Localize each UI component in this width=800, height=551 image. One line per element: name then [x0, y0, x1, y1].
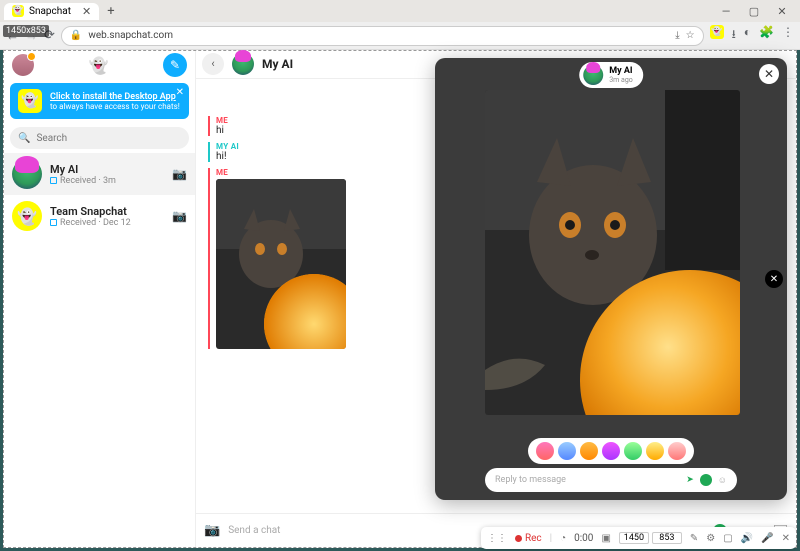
browser-toolbar: ← → ⟳ 🔒 web.snapchat.com ⤓ ☆ 👻 ⭳ ◐ 🧩 ⋮	[0, 22, 800, 50]
conversation-name: Team Snapchat	[50, 205, 131, 218]
reaction-wow[interactable]	[580, 442, 598, 460]
window-minimize[interactable]: —	[720, 5, 732, 18]
install-banner[interactable]: 👻 Click to install the Desktop App to al…	[10, 83, 189, 119]
recorder-draw-icon[interactable]: ✎	[690, 533, 698, 544]
reply-send-icon[interactable]: ➤	[686, 475, 694, 485]
url-bar[interactable]: 🔒 web.snapchat.com ⤓ ☆	[61, 26, 704, 46]
new-chat-button[interactable]: ✎	[163, 53, 187, 77]
browser-menu-icon[interactable]: ⋮	[782, 25, 794, 46]
received-indicator-icon	[50, 219, 57, 226]
recorder-audio-icon[interactable]: 🔊	[741, 533, 753, 544]
conversation-item[interactable]: 👻 Team Snapchat Received · Dec 12 📷	[4, 195, 195, 237]
window-maximize[interactable]: ▢	[748, 5, 760, 18]
cat-photo-full	[485, 90, 740, 415]
reaction-more[interactable]	[668, 442, 686, 460]
camera-icon[interactable]: 📷	[172, 209, 187, 223]
snapchat-logo-icon[interactable]: 👻	[89, 56, 109, 75]
reply-audio-icon[interactable]	[700, 474, 712, 486]
chat-title: My AI	[262, 57, 293, 71]
user-avatar[interactable]	[12, 54, 34, 76]
banner-title: Click to install the Desktop App	[50, 92, 180, 102]
snapchat-ext-icon[interactable]: 👻	[710, 25, 724, 39]
reaction-thumbs[interactable]	[646, 442, 664, 460]
viewer-title: My AI	[609, 66, 633, 76]
extension-icons: 👻 ⭳ ◐ 🧩 ⋮	[710, 25, 794, 46]
recorder-width-input[interactable]	[619, 532, 649, 544]
new-tab-button[interactable]: +	[107, 4, 114, 19]
recorder-mic-icon[interactable]: 🎤	[761, 533, 773, 544]
snap-viewer: My AI 3m ago ✕ ✕ Rep	[435, 58, 787, 500]
browser-tab-strip: 👻 Snapchat ✕ + — ▢ ✕	[0, 0, 800, 22]
reply-placeholder: Reply to message	[495, 475, 566, 485]
banner-subtitle: to always have access to your chats!	[50, 102, 180, 111]
recorder-close-icon[interactable]: ✕	[782, 533, 790, 544]
reply-emoji-icon[interactable]: ☺	[718, 475, 727, 486]
camera-icon[interactable]: 📷	[172, 167, 187, 181]
reaction-heart[interactable]	[536, 442, 554, 460]
conversation-status: Received · 3m	[50, 176, 116, 186]
window-close[interactable]: ✕	[776, 5, 788, 18]
recorder-webcam-icon[interactable]: ▢	[723, 533, 732, 544]
bookmark-icon[interactable]: ☆	[686, 30, 695, 41]
site-info-icon[interactable]: 🔒	[70, 30, 82, 41]
url-text: web.snapchat.com	[88, 30, 173, 41]
search-icon: 🔍	[18, 133, 30, 144]
chat-image[interactable]	[216, 179, 346, 349]
myai-avatar	[12, 159, 42, 189]
window-controls: — ▢ ✕	[720, 5, 788, 18]
recorder-time: 0:00	[574, 533, 593, 544]
extension-icon[interactable]: ◐	[744, 25, 751, 46]
conversation-name: My AI	[50, 163, 116, 176]
tab-close-icon[interactable]: ✕	[82, 5, 91, 18]
conversation-status: Received · Dec 12	[50, 218, 131, 228]
team-snapchat-avatar: 👻	[12, 201, 42, 231]
recorder-dimensions	[619, 532, 682, 544]
cat-photo-thumb	[216, 179, 346, 349]
received-indicator-icon	[50, 177, 57, 184]
banner-close-icon[interactable]: ✕	[176, 87, 184, 98]
viewer-avatar	[583, 65, 603, 85]
reaction-fire[interactable]	[624, 442, 642, 460]
reaction-bar	[528, 438, 694, 464]
reaction-laugh[interactable]	[558, 442, 576, 460]
recorder-grip-icon[interactable]: ⋮⋮	[487, 533, 507, 544]
recorder-crop-icon[interactable]: ▣	[601, 533, 610, 544]
extensions-menu-icon[interactable]: 🧩	[759, 25, 774, 46]
viewer-close-button[interactable]: ✕	[759, 64, 779, 84]
viewer-subtitle: 3m ago	[609, 76, 633, 84]
sidebar-top: 👻 ✎	[4, 51, 195, 79]
recorder-timer-icon: ◔	[560, 533, 566, 544]
back-button[interactable]: ‹	[202, 53, 224, 75]
sidebar: 👻 ✎ 👻 Click to install the Desktop App t…	[4, 51, 196, 547]
recorder-height-input[interactable]	[652, 532, 682, 544]
conversation-item[interactable]: My AI Received · 3m 📷	[4, 153, 195, 195]
browser-tab[interactable]: 👻 Snapchat ✕	[4, 3, 99, 20]
recorder-settings-icon[interactable]: ⚙	[706, 533, 715, 544]
camera-button[interactable]: 📷	[204, 523, 220, 538]
record-button[interactable]: Rec	[515, 533, 542, 544]
viewer-side-close-button[interactable]: ✕	[765, 270, 783, 288]
viewer-image[interactable]	[485, 90, 740, 415]
viewer-header[interactable]: My AI 3m ago	[579, 62, 643, 88]
conversation-list: My AI Received · 3m 📷 👻 Team Snapchat Re…	[4, 153, 195, 547]
download-icon[interactable]: ⭳	[732, 25, 736, 46]
search-input[interactable]: 🔍 Search	[10, 127, 189, 149]
chat-header-avatar[interactable]	[232, 53, 254, 75]
viewer-reply-input[interactable]: Reply to message ➤ ☺	[485, 468, 737, 492]
reaction-sad[interactable]	[602, 442, 620, 460]
search-placeholder: Search	[36, 133, 67, 144]
snapchat-favicon: 👻	[12, 5, 24, 17]
install-app-icon[interactable]: ⤓	[675, 30, 679, 41]
screen-recorder-bar[interactable]: ⋮⋮ Rec | ◔ 0:00 ▣ ✎ ⚙ ▢ 🔊 🎤 ✕	[481, 527, 796, 549]
banner-ghost-icon: 👻	[18, 89, 42, 113]
dimension-overlay: 1450x853	[3, 25, 49, 37]
tab-title: Snapchat	[29, 6, 71, 17]
